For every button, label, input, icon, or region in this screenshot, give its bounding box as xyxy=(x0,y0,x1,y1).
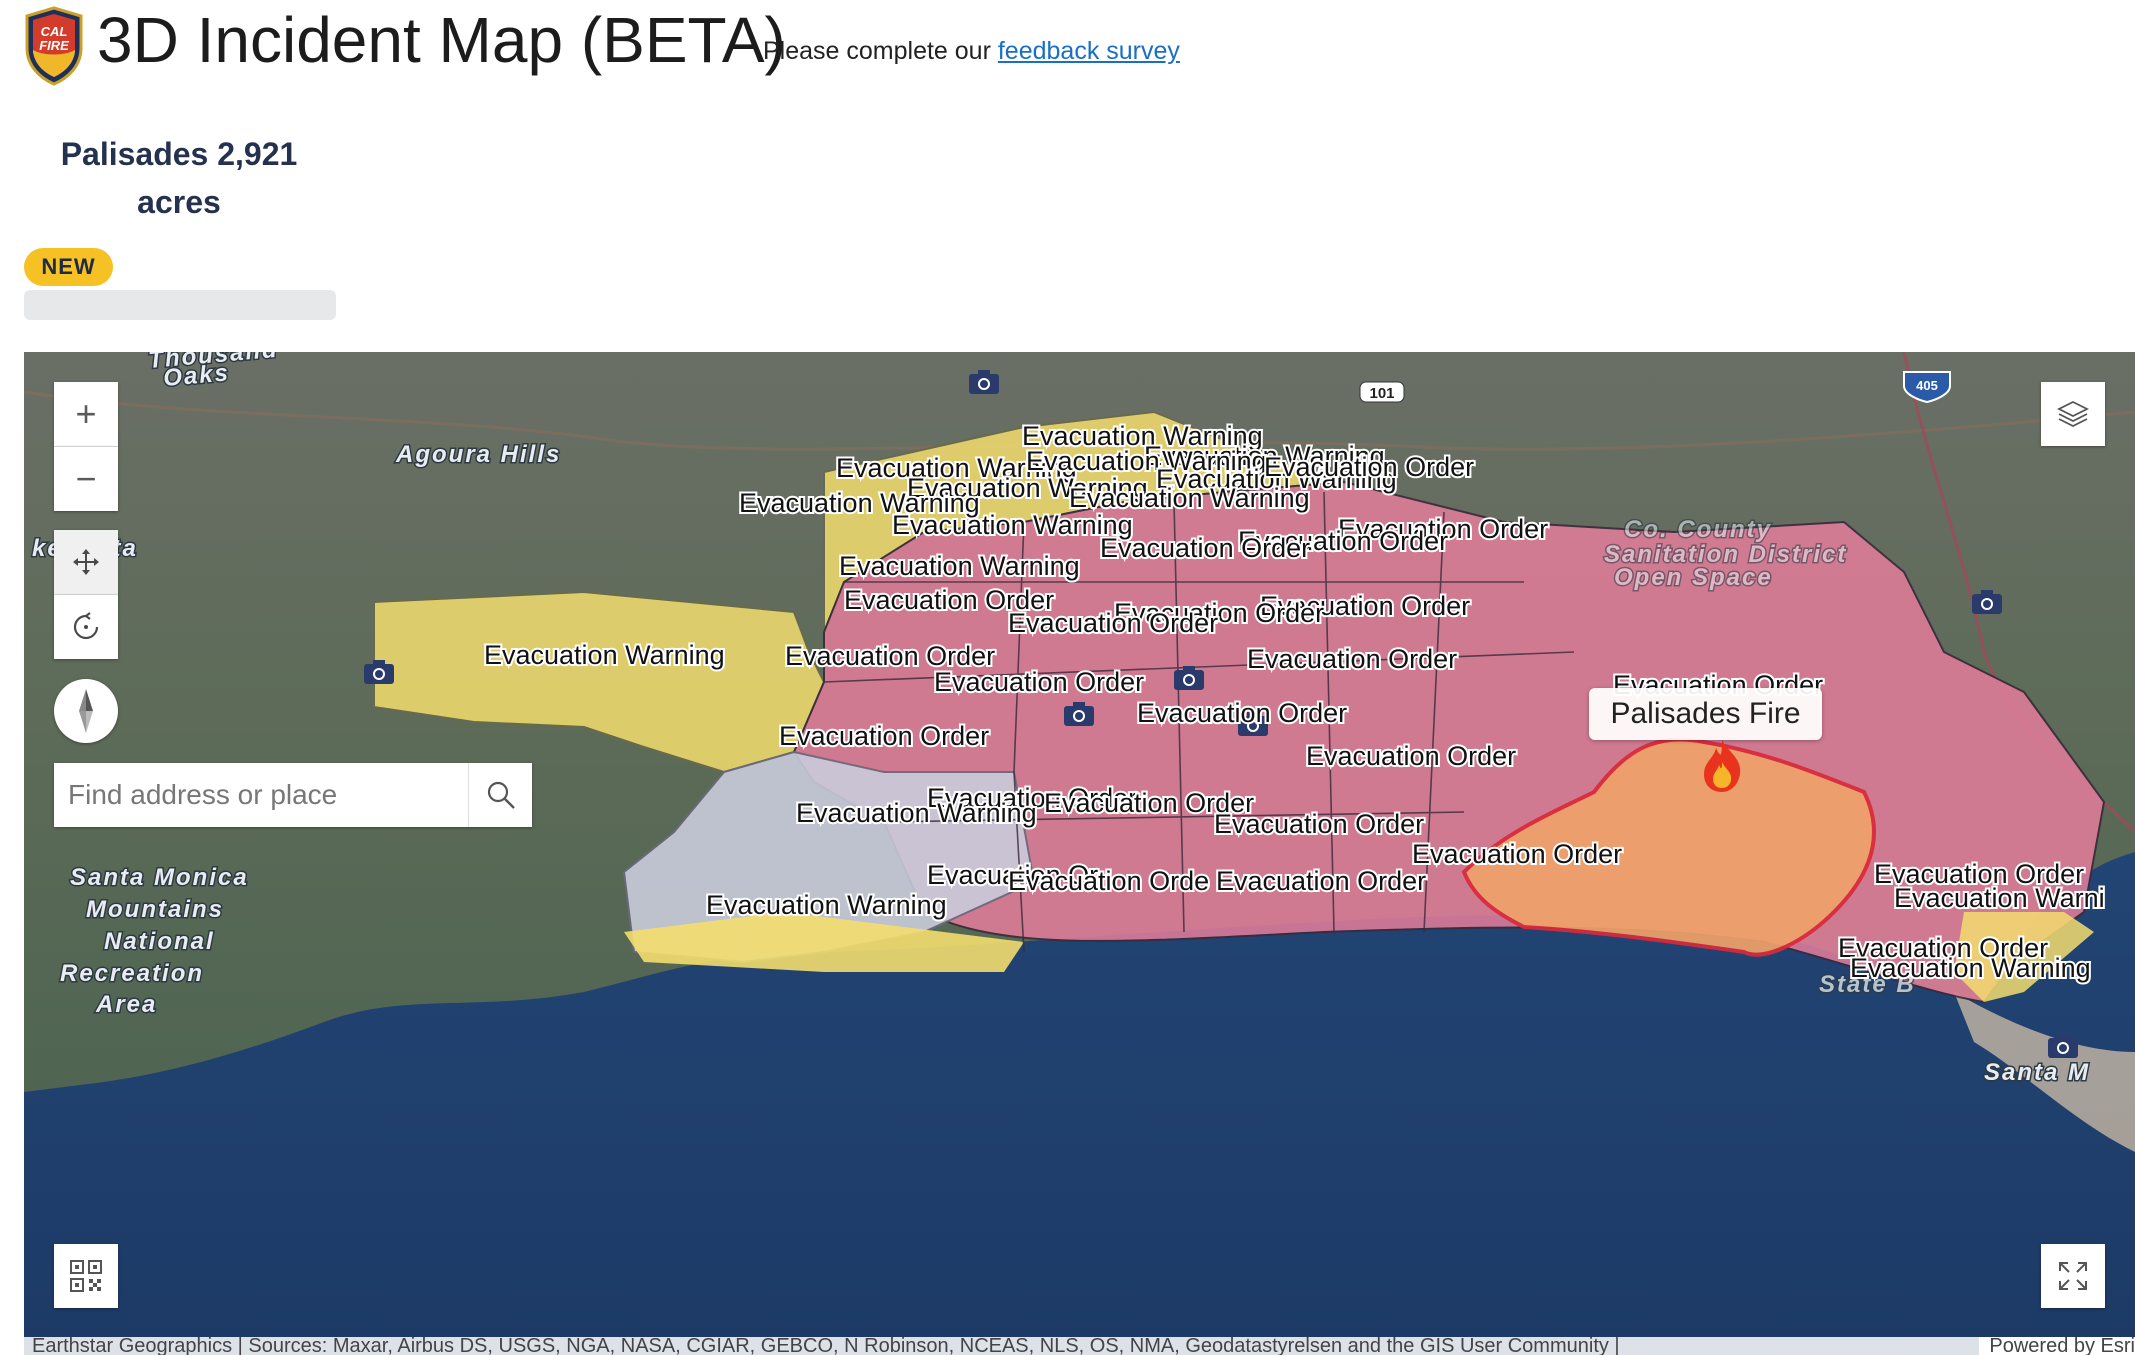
move-arrows-icon xyxy=(73,549,99,575)
layers-icon xyxy=(2057,400,2089,428)
label-evac-order: Evacuation Orde xyxy=(1008,866,1209,896)
label-evac-order: Evacuation Order xyxy=(1216,866,1426,896)
place-area: Area xyxy=(95,991,157,1018)
address-search xyxy=(54,763,532,827)
map-canvas[interactable]: Thousand Oaks Agoura Hills ke Vista Sant… xyxy=(24,352,2135,1355)
place-recreation: Recreation xyxy=(60,960,204,987)
label-evac-order: Evacuation Order xyxy=(1264,452,1474,482)
label-evac-warning: Evacuation Warning xyxy=(1850,953,2091,983)
label-evac-order: Evacuation Order xyxy=(1247,644,1457,674)
svg-text:FIRE: FIRE xyxy=(39,38,69,53)
cal-fire-logo: CAL FIRE xyxy=(23,6,85,86)
attribution-sources: Earthstar Geographics | Sources: Maxar, … xyxy=(32,1337,1620,1355)
label-evac-order: Evacuation Order xyxy=(1412,839,1622,869)
label-evac-order: Evacuation Order xyxy=(1306,741,1516,771)
label-evac-order: Evacuation Order xyxy=(779,721,989,751)
label-evac-order: Evacuation Order xyxy=(1100,533,1310,563)
pan-mode-button[interactable] xyxy=(54,530,118,595)
feedback-prompt: Please complete our feedback survey xyxy=(763,37,1180,66)
shield-101-number: 101 xyxy=(1369,385,1394,402)
place-santa-monica-city: Santa M xyxy=(1984,1059,2090,1086)
place-open-space: Open Space xyxy=(1614,564,1773,591)
incident-name-acres: Palisades 2,921 xyxy=(60,136,298,172)
label-evac-warning: Evacuation Warning xyxy=(839,551,1080,581)
label-evac-warning: Evacuation Warning xyxy=(1069,483,1310,513)
minus-icon: − xyxy=(75,458,97,499)
zoom-out-button[interactable]: − xyxy=(54,447,118,511)
expand-icon xyxy=(2059,1262,2087,1290)
compass-button[interactable] xyxy=(54,679,118,743)
label-evac-order: Evacuation Order xyxy=(1008,608,1218,638)
label-evac-warning: Evacuation Warning xyxy=(796,798,1037,828)
label-evac-order: Evacuation Order xyxy=(1214,809,1424,839)
map-view[interactable]: Thousand Oaks Agoura Hills ke Vista Sant… xyxy=(24,352,2135,1355)
place-county: Co. County xyxy=(1624,516,1772,543)
label-evac-warning: Evacuation Warning xyxy=(706,890,947,920)
shield-101: 101 xyxy=(1359,381,1405,403)
place-national: National xyxy=(104,928,215,955)
zoom-in-button[interactable]: + xyxy=(54,382,118,447)
qr-code-button[interactable] xyxy=(54,1244,118,1308)
search-input[interactable] xyxy=(54,763,454,827)
svg-text:CAL: CAL xyxy=(41,24,68,39)
search-button[interactable] xyxy=(468,763,533,827)
powered-by-esri-link[interactable]: Powered by Esri xyxy=(1979,1337,2135,1355)
plus-icon: + xyxy=(75,393,97,434)
layers-button[interactable] xyxy=(2041,382,2105,446)
qr-code-icon xyxy=(70,1260,102,1292)
label-evac-warning: Evacuation Warni xyxy=(1894,883,2105,913)
rotate-mode-button[interactable] xyxy=(54,595,118,659)
fullscreen-button[interactable] xyxy=(2041,1244,2105,1308)
page-title: 3D Incident Map (BETA) xyxy=(97,4,786,76)
shield-405-number: 405 xyxy=(1916,378,1938,393)
label-evac-warning: Evacuation Warning xyxy=(892,510,1133,540)
feedback-prefix: Please complete our xyxy=(763,37,991,65)
page-header: CAL FIRE 3D Incident Map (BETA) Please c… xyxy=(0,0,2135,90)
search-icon xyxy=(487,781,515,809)
label-evac-warning: Evacuation Warning xyxy=(484,640,725,670)
place-agoura-hills: Agoura Hills xyxy=(395,441,561,468)
place-mountains: Mountains xyxy=(86,896,224,923)
map-attribution: Earthstar Geographics | Sources: Maxar, … xyxy=(24,1337,2135,1355)
loading-placeholder xyxy=(24,290,336,320)
place-santa-monica: Santa Monica xyxy=(70,864,249,891)
label-evac-order: Evacuation Order xyxy=(934,667,1144,697)
compass-needle-icon xyxy=(79,689,93,733)
fire-popup-label[interactable]: Palisades Fire xyxy=(1589,688,1822,740)
feedback-survey-link[interactable]: feedback survey xyxy=(998,37,1180,65)
label-evac-order: Evacuation Order xyxy=(1137,698,1347,728)
incident-summary: Palisades 2,921 acres xyxy=(24,130,334,226)
rotate-icon xyxy=(73,612,99,640)
new-badge: NEW xyxy=(24,248,113,286)
incident-acres-unit: acres xyxy=(137,184,221,220)
